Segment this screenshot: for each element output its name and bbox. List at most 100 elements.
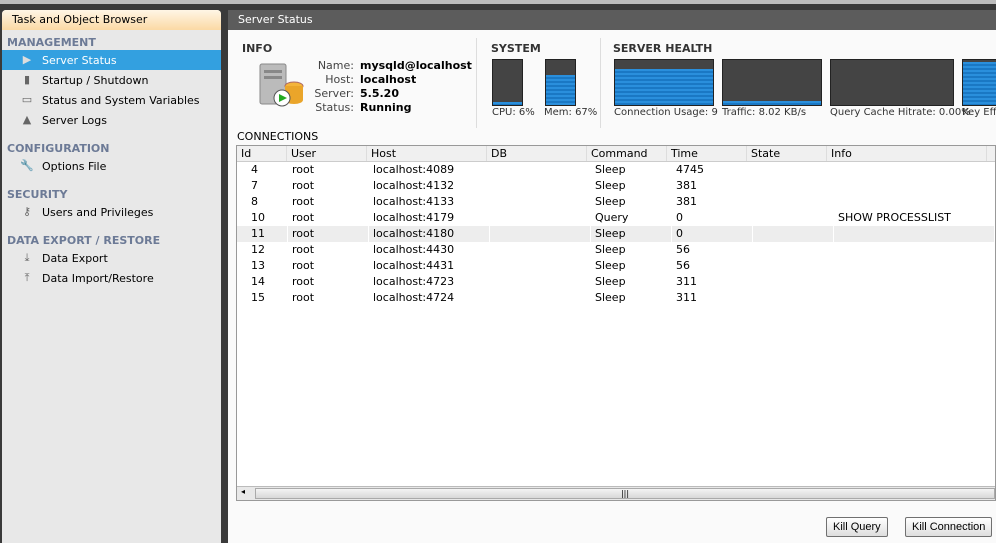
kill-query-button[interactable]: Kill Query [826, 517, 888, 537]
sidebar-item-server-status[interactable]: ▶ Server Status [2, 50, 221, 70]
table-row[interactable]: 10 root localhost:4179 Query 0 SHOW PROCESSLI… [237, 210, 995, 226]
cell-id: 13 [251, 259, 265, 272]
host-label: Host: [325, 73, 354, 86]
cell-state [753, 210, 833, 226]
cell-time: 311 [676, 291, 697, 304]
cell-state [753, 162, 833, 178]
section-heading: DATA EXPORT / RESTORE [7, 234, 161, 247]
server-label: Server: [314, 87, 354, 100]
status-value: Running [360, 101, 412, 114]
cell-host: localhost:4723 [373, 275, 455, 288]
cell-state [753, 226, 833, 242]
sidebar-item-label: Status and System Variables [42, 93, 200, 107]
column-header-command[interactable]: Command [587, 146, 667, 161]
cell-db [490, 178, 590, 194]
sidebar-item-data-import-restore[interactable]: ⤒ Data Import/Restore [2, 268, 221, 288]
cell-command: Sleep [591, 226, 671, 242]
cell-db [490, 274, 590, 290]
sidebar-item-label: Server Status [42, 53, 117, 67]
sidebar-item-label: Startup / Shutdown [42, 73, 149, 87]
connection-usage-label: Connection Usage: 9 [614, 107, 718, 118]
sidebar-item-options-file[interactable]: 🔧 Options File [2, 156, 221, 176]
switch-icon: ▮ [23, 73, 31, 86]
table-row[interactable]: 13 root localhost:4431 Sleep 56 [237, 258, 995, 274]
host-value: localhost [360, 73, 417, 86]
horizontal-scrollbar[interactable]: ◂ ||| [237, 486, 995, 500]
cell-db [490, 194, 590, 210]
cell-command: Query [595, 211, 629, 224]
cell-command: Sleep [595, 243, 626, 256]
system-heading: SYSTEM [491, 42, 541, 55]
cell-user: root [292, 179, 315, 192]
cell-info [834, 274, 994, 290]
cell-time: 0 [676, 211, 683, 224]
cell-host: localhost:4089 [373, 163, 455, 176]
panel-title: Server Status [228, 10, 996, 30]
table-row[interactable]: 14 root localhost:4723 Sleep 311 [237, 274, 995, 290]
cell-db [490, 258, 590, 274]
cell-id: 10 [251, 211, 265, 224]
monitor-icon: ▭ [21, 93, 33, 106]
traffic-meter [722, 59, 822, 106]
server-health-heading: SERVER HEALTH [613, 42, 713, 55]
cell-state [753, 274, 833, 290]
table-header: Id User Host DB Command Time State Info [237, 146, 995, 162]
cell-command: Sleep [595, 291, 626, 304]
cell-command: Sleep [595, 275, 626, 288]
table-row[interactable]: 8 root localhost:4133 Sleep 381 [237, 194, 995, 210]
sidebar-item-server-logs[interactable]: ▲ Server Logs [2, 110, 221, 130]
cpu-meter [492, 59, 523, 106]
cell-user: root [292, 243, 315, 256]
scroll-left-icon[interactable]: ◂ [241, 487, 245, 496]
sidebar-item-data-export[interactable]: ⤓ Data Export [2, 248, 221, 268]
sidebar-title: Task and Object Browser [2, 10, 221, 30]
cell-user: root [292, 211, 315, 224]
cell-id: 15 [251, 291, 265, 304]
table-row[interactable]: 7 root localhost:4132 Sleep 381 [237, 178, 995, 194]
task-object-browser: Task and Object Browser MANAGEMENT ▶ Serve… [2, 10, 221, 543]
cell-db [490, 242, 590, 258]
cell-info [834, 178, 994, 194]
column-header-user[interactable]: User [287, 146, 367, 161]
section-heading: SECURITY [7, 188, 68, 201]
cell-time: 4745 [676, 163, 704, 176]
sidebar-item-users-and-privileges[interactable]: ⚷ Users and Privileges [2, 202, 221, 222]
table-row[interactable]: 11 root localhost:4180 Sleep 0 [237, 226, 995, 242]
cell-id: 7 [251, 179, 258, 192]
server-status-panel: Server Status INFO Name: mysqld@localhost… [228, 10, 996, 543]
info-heading: INFO [242, 42, 273, 55]
column-header-host[interactable]: Host [367, 146, 487, 161]
table-row[interactable]: 15 root localhost:4724 Sleep 311 [237, 290, 995, 306]
key-efficiency-label: Key Eff [962, 107, 996, 118]
name-value: mysqld@localhost [360, 59, 472, 72]
sidebar-item-label: Options File [42, 159, 107, 173]
cell-state [753, 178, 833, 194]
column-header-state[interactable]: State [747, 146, 827, 161]
table-row[interactable]: 4 root localhost:4089 Sleep 4745 [237, 162, 995, 178]
column-header-db[interactable]: DB [487, 146, 587, 161]
key-efficiency-meter [962, 59, 996, 106]
cell-user: root [292, 291, 315, 304]
table-row[interactable]: 12 root localhost:4430 Sleep 56 [237, 242, 995, 258]
cell-time: 56 [676, 259, 690, 272]
cell-user: root [292, 195, 315, 208]
sidebar-item-status-and-system-variables[interactable]: ▭ Status and System Variables [2, 90, 221, 110]
connection-usage-meter [614, 59, 714, 106]
import-icon: ⤒ [24, 271, 30, 284]
connections-heading: CONNECTIONS [237, 130, 319, 143]
scrollbar-thumb[interactable]: ||| [255, 488, 995, 499]
cell-user: root [292, 275, 315, 288]
cell-time: 0 [672, 226, 752, 242]
cell-host: localhost:4133 [373, 195, 455, 208]
cell-info [834, 242, 994, 258]
kill-connection-button[interactable]: Kill Connection [905, 517, 993, 537]
cell-info [834, 290, 994, 306]
wrench-icon: 🔧 [20, 159, 34, 172]
cell-host: localhost:4180 [369, 226, 489, 242]
cell-command: Sleep [595, 259, 626, 272]
sidebar-item-startup-shutdown[interactable]: ▮ Startup / Shutdown [2, 70, 221, 90]
server-value: 5.5.20 [360, 87, 399, 100]
column-header-time[interactable]: Time [667, 146, 747, 161]
column-header-info[interactable]: Info [827, 146, 987, 161]
column-header-id[interactable]: Id [237, 146, 287, 161]
